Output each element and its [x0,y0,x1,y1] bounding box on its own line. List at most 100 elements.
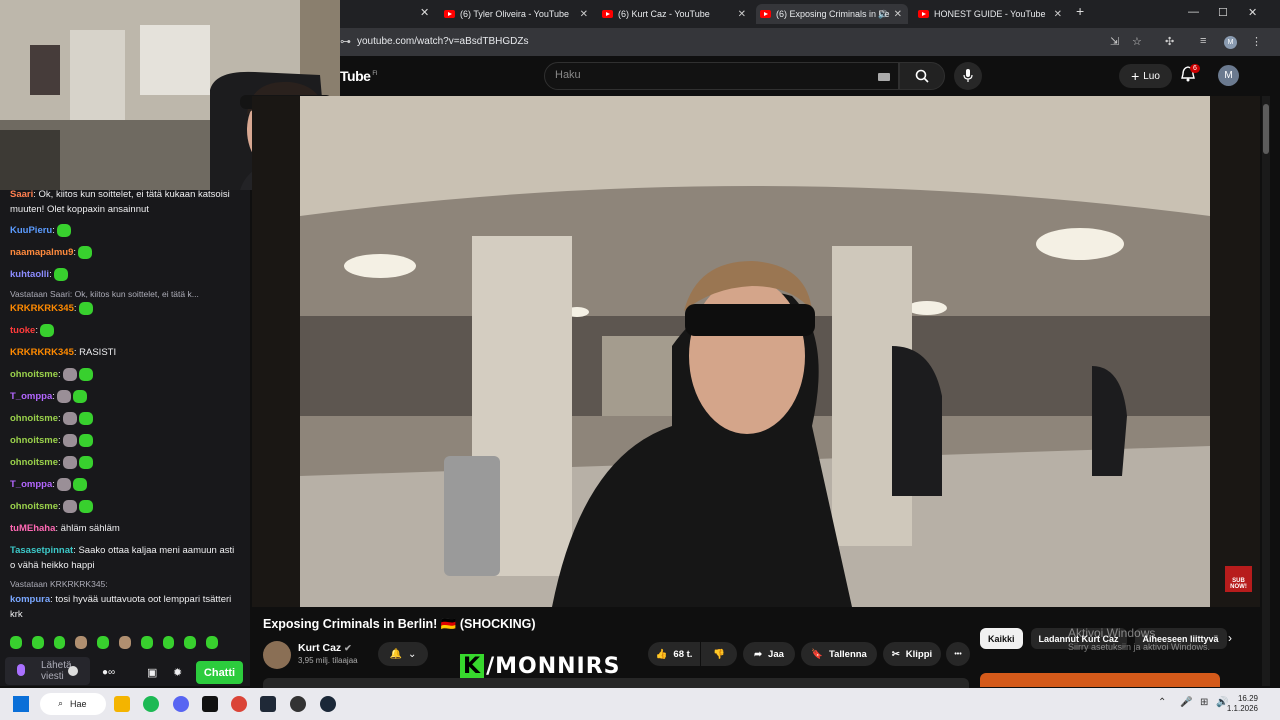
close-icon[interactable]: ✕ [738,9,746,20]
chat-username[interactable]: KRKRKRK345 [10,303,74,314]
close-icon[interactable]: ✕ [894,9,902,20]
tray-chevron-icon[interactable]: ⌃ [1158,697,1166,708]
emote-icon[interactable] [118,636,131,649]
chat-username[interactable]: kompura [10,594,50,605]
maximize-icon[interactable]: ☐ [1218,6,1228,19]
video-player[interactable]: SUB NOW! [252,96,1260,607]
taskbar-clock[interactable]: 16.29 1.1.2026 [1227,694,1258,714]
gift-icon[interactable]: ▣ [147,666,157,679]
channel-avatar[interactable] [263,641,291,669]
like-button[interactable]: 👍 68 t. [648,642,700,666]
windows-taskbar: ⌕ Hae ⌃ 🎤 ⊞ 🔊 16.29 1.1.2026 [0,688,1280,720]
chat-username[interactable]: tuoke [10,325,35,336]
tray-mic-icon[interactable]: 🎤 [1180,697,1192,708]
chip-all[interactable]: Kaikki [980,628,1023,649]
emote-icon[interactable] [31,636,44,649]
extensions-icon[interactable]: ✣ [1165,35,1174,48]
voice-search-button[interactable] [954,62,982,90]
spotify-icon[interactable] [143,696,159,712]
emote-icon[interactable] [184,636,197,649]
app-c-icon[interactable] [290,696,306,712]
youtube-logo[interactable]: Tube FI [340,68,377,84]
dislike-button[interactable]: 👎 [701,642,737,666]
chat-username[interactable]: ohnoitsme [10,435,58,446]
emote-icon[interactable] [162,636,175,649]
tab-close-icon[interactable]: ✕ [420,6,429,19]
tab-honest-guide[interactable]: HONEST GUIDE - YouTube ✕ [918,4,1068,24]
chat-text: : [58,413,61,424]
emote-icon[interactable] [97,636,109,649]
account-avatar[interactable]: M [1218,65,1239,86]
chat-username[interactable]: KuuPieru [10,225,52,236]
chrome-icon[interactable] [231,696,247,712]
search-button[interactable] [899,62,945,90]
create-button[interactable]: + Luo [1119,64,1172,88]
chat-username[interactable]: ohnoitsme [10,501,58,512]
channel-name[interactable]: Kurt Caz ✔ [298,642,352,654]
chat-username[interactable]: ohnoitsme [10,369,58,380]
bits-icon[interactable]: ●∞ [102,667,115,678]
chat-username[interactable]: Tasasetpinnat [10,545,73,556]
emote-picker-icon[interactable] [68,666,78,676]
chat-username[interactable]: naamapalmu9 [10,247,73,258]
chat-username[interactable]: ohnoitsme [10,413,58,424]
media-control-icon[interactable]: ≡ [1200,35,1206,47]
search-input[interactable] [555,69,855,81]
chat-input[interactable]: Lähetä viesti [5,657,90,685]
emote-icon[interactable] [75,636,88,649]
app-r-icon[interactable] [260,696,276,712]
new-tab-button[interactable]: + [1076,3,1084,19]
chat-username[interactable]: Saari [10,189,33,200]
chat-username[interactable]: KRKRKRK345 [10,347,74,358]
chat-username[interactable]: tuMEhaha [10,523,55,534]
chevron-right-icon[interactable]: › [1228,631,1232,645]
share-button[interactable]: ➦ Jaa [743,642,795,666]
page-scrollbar[interactable] [1262,96,1270,686]
related-thumbnail[interactable] [980,673,1220,687]
taskbar-search[interactable]: ⌕ Hae [40,693,106,715]
chat-message: tuoke: [10,323,242,338]
subscribed-notification-button[interactable]: 🔔 ⌄ [378,642,428,666]
emote-icon[interactable] [140,636,153,649]
more-actions-button[interactable]: ••• [946,642,970,666]
close-icon[interactable]: ✕ [580,9,588,20]
subscribe-now-badge[interactable]: SUB NOW! [1225,566,1252,592]
emote-icon[interactable] [53,636,66,649]
windows-start-icon[interactable] [13,696,29,712]
network-icon[interactable]: ⊞ [1200,697,1208,708]
scrollbar-thumb[interactable] [1263,104,1269,154]
tab-exposing-criminals[interactable]: (6) Exposing Criminals in Be 🔊 ✕ [756,4,908,24]
profile-avatar[interactable]: M [1224,36,1237,49]
x-app-icon[interactable] [202,696,218,712]
file-explorer-icon[interactable] [114,696,130,712]
site-info-icon[interactable]: ⊶ [340,35,351,48]
install-icon[interactable]: ⇲ [1110,35,1119,48]
discord-icon[interactable] [173,696,189,712]
minimize-icon[interactable]: — [1188,6,1199,18]
speaker-icon[interactable]: 🔊 [878,10,888,19]
chat-username[interactable]: kuhtaolli [10,269,49,280]
menu-kebab-icon[interactable]: ⋮ [1251,35,1262,48]
emote-icon[interactable] [10,636,22,649]
description-box[interactable] [263,678,969,688]
url-field[interactable]: youtube.com/watch?v=aBsdTBHGDZs [357,36,528,47]
save-button[interactable]: 🔖 Tallenna [801,642,877,666]
tab-tyler-oliveira[interactable]: (6) Tyler Oliveira - YouTube ✕ [444,4,594,24]
keyboard-icon[interactable] [878,73,890,81]
bookmark-star-icon[interactable]: ☆ [1132,35,1142,48]
chat-username[interactable]: T_omppa [10,479,52,490]
settings-icon[interactable]: ✹ [173,666,182,679]
window-close-icon[interactable]: ✕ [1248,6,1257,19]
chat-username[interactable]: ohnoitsme [10,457,58,468]
chat-username[interactable]: T_omppa [10,391,52,402]
tab-kurt-caz[interactable]: (6) Kurt Caz - YouTube ✕ [602,4,752,24]
clip-button[interactable]: ✂ Klippi [883,642,941,666]
emote-icon[interactable] [206,636,218,649]
steam-icon[interactable] [320,696,336,712]
chat-text: : [52,391,55,402]
chat-send-button[interactable]: Chatti [196,661,243,684]
plus-icon: + [1131,68,1140,84]
close-icon[interactable]: ✕ [1054,9,1062,20]
mic-icon[interactable] [17,664,25,676]
search-icon [915,69,929,83]
